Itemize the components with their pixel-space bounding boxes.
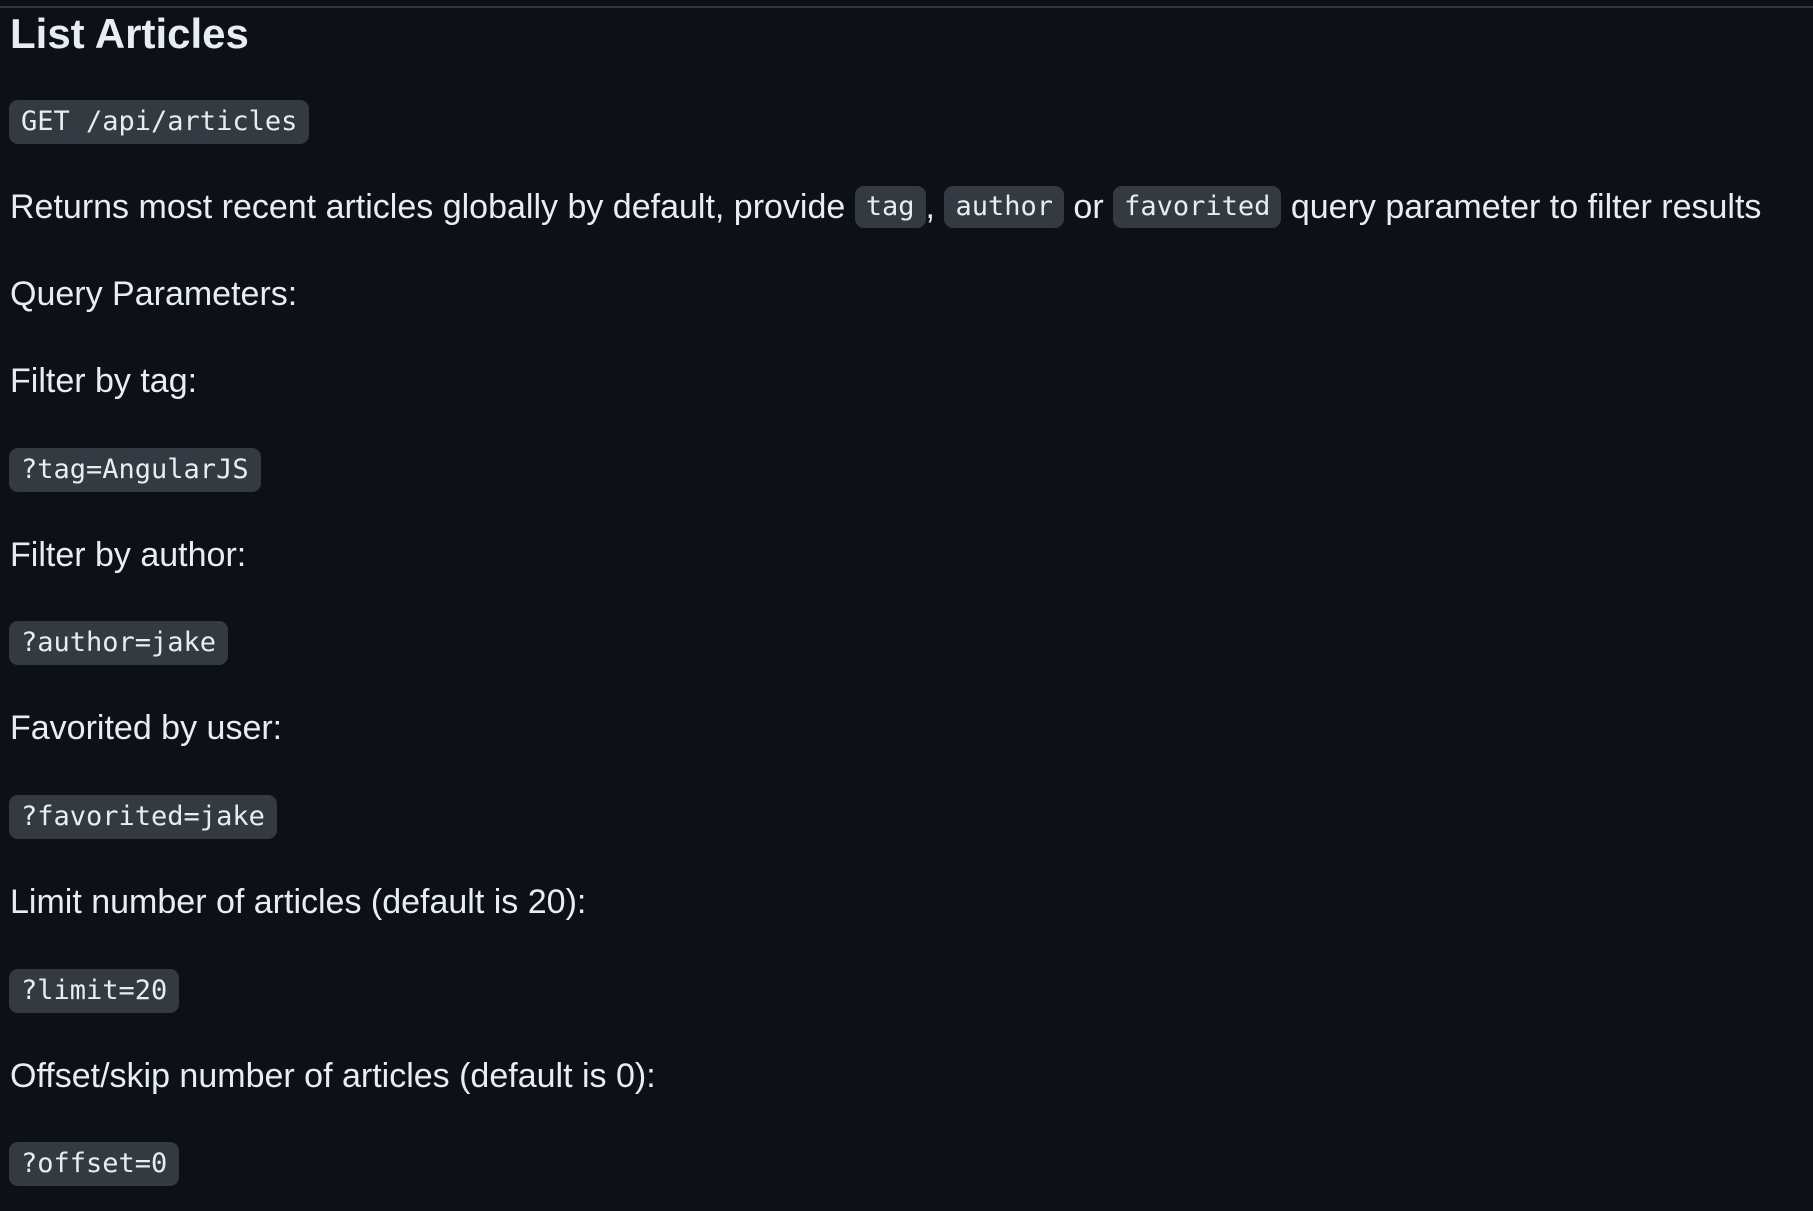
page-title: List Articles — [10, 10, 249, 57]
favorited-by-user-label: Favorited by user: — [10, 709, 283, 747]
offset-example-code: ?offset=0 — [9, 1142, 180, 1186]
tag-param-code: tag — [854, 186, 926, 229]
favorited-example-code: ?favorited=jake — [9, 795, 277, 839]
favorited-param-code: favorited — [1113, 186, 1282, 229]
limit-label: Limit number of articles (default is 20)… — [10, 883, 587, 921]
description-separator-comma: , — [925, 188, 945, 226]
top-divider — [0, 0, 1813, 8]
author-param-code: author — [944, 186, 1064, 229]
filter-by-tag-label: Filter by tag: — [10, 362, 198, 400]
description-separator-or: or — [1063, 188, 1114, 226]
limit-example-code: ?limit=20 — [9, 969, 180, 1013]
tag-example-code: ?tag=AngularJS — [9, 448, 261, 492]
description-suffix: query parameter to filter results — [1281, 188, 1762, 226]
description-prefix: Returns most recent articles globally by… — [10, 188, 855, 226]
description-paragraph: Returns most recent articles globally by… — [10, 184, 1761, 230]
query-parameters-label: Query Parameters: — [10, 275, 298, 313]
author-example-code: ?author=jake — [9, 621, 229, 665]
endpoint-code: GET /api/articles — [9, 100, 310, 144]
filter-by-author-label: Filter by author: — [10, 536, 247, 574]
offset-label: Offset/skip number of articles (default … — [10, 1057, 656, 1095]
